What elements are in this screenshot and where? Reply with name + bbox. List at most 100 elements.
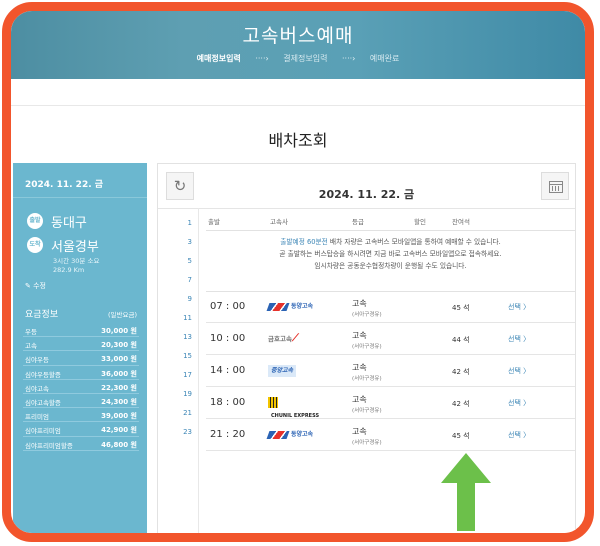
divider bbox=[11, 105, 585, 106]
company-logo: CHUNIL EXPRESS bbox=[268, 396, 323, 418]
schedule-row: 14 : 00 중앙고속 고속 (서아구경유) 42 석 선택 〉 bbox=[206, 356, 575, 387]
fare-price: 24,300 원 bbox=[101, 397, 137, 406]
schedule-grid: ↻ 2024. 11. 22. 금 1 3 5 7 9 11 13 15 17 19 21 23 출발… bbox=[157, 163, 576, 533]
departure-time: 07 : 00 bbox=[210, 301, 246, 312]
page-header-title: 고속버스예매 bbox=[242, 25, 354, 47]
hour-filter-23[interactable]: 23 bbox=[164, 423, 196, 442]
schedule-row: 10 : 00 금호고속⟋ 고속 (서아구경유) 44 석 선택 〉 bbox=[206, 324, 575, 355]
fare-price: 22,300 원 bbox=[101, 383, 137, 392]
company-name: 동양고속 bbox=[291, 303, 314, 310]
fare-price: 46,800 원 bbox=[101, 440, 137, 449]
column-header-discount: 할인 bbox=[414, 218, 426, 226]
schedule-row: 18 : 00 CHUNIL EXPRESS 고속 (서아구경유) 42 석 선택 〉 bbox=[206, 388, 575, 419]
step-complete: 예매완료 bbox=[369, 54, 400, 63]
route-note: (서아구경유) bbox=[352, 440, 382, 446]
hour-filter-15[interactable]: 15 bbox=[164, 347, 196, 366]
fare-name: 고속 bbox=[25, 342, 37, 351]
bus-grade: 고속 bbox=[352, 427, 367, 436]
fare-row: 심야프리미엄 42,900 원 bbox=[23, 422, 139, 437]
remaining-seats: 44 석 bbox=[452, 336, 470, 344]
notice-line-1: 배차 자량은 고속버스 모바일앱을 통하여 예매할 수 있습니다. bbox=[327, 238, 501, 246]
company-name: CHUNIL EXPRESS bbox=[271, 412, 320, 419]
edit-icon: ✎ bbox=[25, 282, 31, 290]
step-arrow-icon: ····› bbox=[341, 54, 356, 63]
screenshot-frame: 고속버스예매 예매정보입력 ····› 결제정보입력 ····› 예매완료 배차… bbox=[2, 2, 594, 542]
fare-price: 30,000 원 bbox=[101, 327, 137, 335]
arrival-badge-icon: 도착 bbox=[27, 237, 43, 253]
header-banner: 고속버스예매 예매정보입력 ····› 결제정보입력 ····› 예매완료 bbox=[11, 11, 585, 79]
travel-distance: 282.9 Km bbox=[53, 266, 85, 274]
fare-row: 심야고속할증 24,300 원 bbox=[23, 394, 139, 409]
departure-time: 18 : 00 bbox=[210, 397, 246, 408]
calendar-button[interactable] bbox=[541, 172, 569, 200]
up-arrow-annotation-icon bbox=[441, 453, 491, 531]
calendar-icon bbox=[549, 181, 563, 193]
route-note: (서아구경유) bbox=[352, 408, 382, 414]
fare-name: 심야프리미엄할증 bbox=[25, 441, 73, 450]
hour-filter-11[interactable]: 11 bbox=[164, 309, 196, 328]
notice-text: 출발예정 60분전 배차 자량은 고속버스 모바일앱을 통하여 예매할 수 있습… bbox=[206, 236, 575, 272]
hour-filter-1[interactable]: 1 bbox=[164, 214, 196, 233]
fare-row: 프리미엄 39,000 원 bbox=[23, 408, 139, 423]
notice-highlight: 출발예정 60분전 bbox=[280, 238, 328, 246]
fare-note: (일반요금) bbox=[108, 311, 137, 319]
departure-time: 21 : 20 bbox=[210, 429, 246, 440]
selected-date: 2024. 11. 22. 금 bbox=[25, 180, 104, 190]
company-logo: 금호고속⟋ bbox=[268, 333, 299, 344]
fare-row: 심야우등 33,000 원 bbox=[23, 351, 139, 366]
divider bbox=[206, 230, 575, 231]
company-logo: 중앙고속 bbox=[268, 364, 323, 378]
select-button[interactable]: 선택 〉 bbox=[508, 334, 530, 344]
hour-filter-17[interactable]: 17 bbox=[164, 366, 196, 385]
hour-filter-19[interactable]: 19 bbox=[164, 385, 196, 404]
step-arrow-icon: ····› bbox=[255, 54, 269, 63]
notice-line-2: 곧 출발하는 버스탑승을 하시려면 지금 바로 고속버스 모바일앱으로 접속하세… bbox=[279, 250, 502, 258]
fare-name: 프리미엄 bbox=[25, 413, 49, 422]
hour-filter-13[interactable]: 13 bbox=[164, 328, 196, 347]
remaining-seats: 45 석 bbox=[452, 432, 470, 440]
fare-price: 42,900 원 bbox=[101, 426, 137, 435]
select-button[interactable]: 선택 〉 bbox=[508, 430, 530, 440]
hour-filter-21[interactable]: 21 bbox=[164, 404, 196, 423]
fare-name: 심야고속할증 bbox=[25, 398, 61, 407]
hour-filter-5[interactable]: 5 bbox=[164, 252, 196, 271]
hour-filter-9[interactable]: 9 bbox=[164, 290, 196, 309]
company-logo: 동양고속 bbox=[266, 300, 323, 314]
select-button[interactable]: 선택 〉 bbox=[508, 302, 530, 312]
fare-row: 심야우등할증 36,000 원 bbox=[23, 366, 139, 380]
arrival-terminal: 서울경부 bbox=[51, 240, 99, 255]
remaining-seats: 42 석 bbox=[452, 400, 470, 408]
booking-steps: 예매정보입력 ····› 결제정보입력 ····› 예매완료 bbox=[11, 53, 585, 64]
route-note: (서아구경유) bbox=[352, 312, 382, 318]
hour-filter-7[interactable]: 7 bbox=[164, 271, 196, 290]
modify-button[interactable]: ✎ 수정 bbox=[25, 281, 46, 291]
departure-time: 10 : 00 bbox=[210, 333, 246, 344]
fare-row: 심야고속 22,300 원 bbox=[23, 380, 139, 394]
trip-info-panel: 2024. 11. 22. 금 출발 동대구 도착 서울경부 3시간 30분 소… bbox=[13, 163, 147, 533]
divider bbox=[158, 208, 575, 209]
select-button[interactable]: 선택 〉 bbox=[508, 398, 530, 408]
fare-price: 33,000 원 bbox=[101, 355, 137, 364]
company-name: 금호고속 bbox=[268, 335, 292, 343]
company-logo: 동양고속 bbox=[266, 428, 323, 442]
bus-grade: 고속 bbox=[352, 395, 367, 404]
column-header-seats: 잔여석 bbox=[452, 218, 470, 226]
step-reservation-info: 예매정보입력 bbox=[196, 54, 241, 63]
hour-filter-3[interactable]: 3 bbox=[164, 233, 196, 252]
schedule-row: 07 : 00 동양고속 고속 (서아구경유) 45 석 선택 〉 bbox=[206, 292, 575, 323]
company-name: 동양고속 bbox=[291, 431, 314, 438]
fare-row: 고속 20,300 원 bbox=[23, 337, 139, 352]
fare-row: 심야프리미엄할증 46,800 원 bbox=[23, 437, 139, 451]
divider bbox=[198, 208, 199, 533]
company-name: 중앙고속 bbox=[268, 365, 297, 377]
fare-price: 39,000 원 bbox=[101, 412, 137, 421]
route-note: (서아구경유) bbox=[352, 376, 382, 382]
fare-list: 우등 30,000 원 고속 20,300 원 심야우등 33,000 원 심야우등할증 36… bbox=[23, 323, 139, 451]
schedule-date: 2024. 11. 22. 금 bbox=[318, 188, 415, 201]
fare-row: 우등 30,000 원 bbox=[23, 323, 139, 338]
select-button[interactable]: 선택 〉 bbox=[508, 366, 530, 376]
notice-line-3: 임시차량은 공동운수협정차량이 운행될 수도 있습니다. bbox=[314, 262, 467, 270]
modify-label: 수정 bbox=[33, 282, 46, 290]
schedule-row: 21 : 20 동양고속 고속 (서아구경유) 45 석 선택 〉 bbox=[206, 420, 575, 451]
bus-grade: 고속 bbox=[352, 299, 367, 308]
